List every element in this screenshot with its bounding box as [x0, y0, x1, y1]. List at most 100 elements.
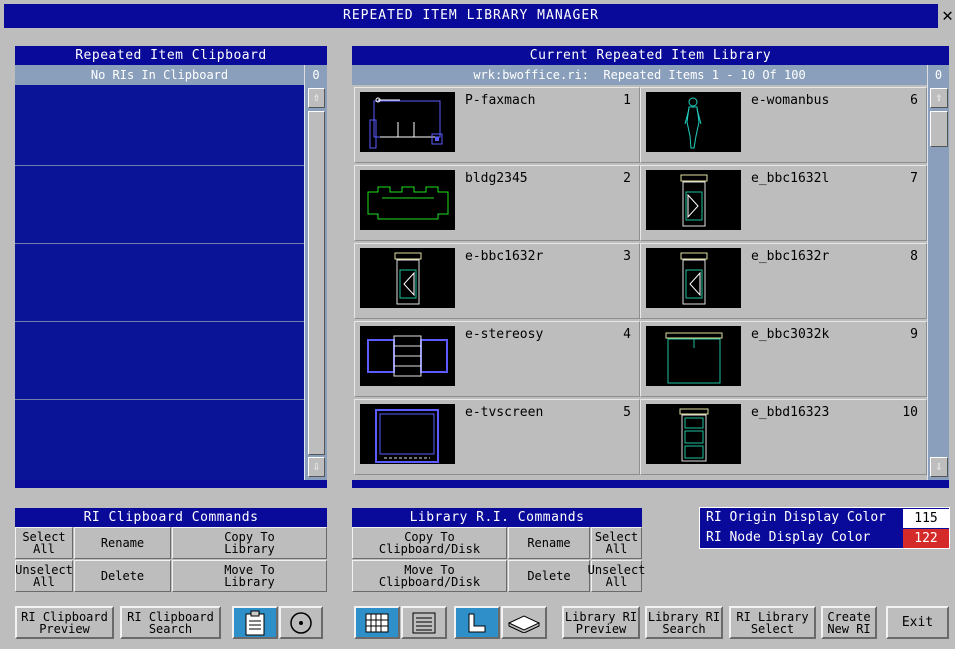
item-number: 10 [902, 405, 918, 420]
thumbnail-bbc3032k [646, 326, 741, 386]
library-range: Repeated Items 1 - 10 Of 100 [603, 68, 806, 82]
library-item-bbc1632r-a[interactable]: e-bbc1632r 3 [354, 243, 640, 319]
library-status: wrk:bwoffice.ri: Repeated Items 1 - 10 O… [352, 65, 927, 85]
clipboard-list[interactable] [15, 85, 304, 480]
item-number: 4 [623, 327, 631, 342]
item-number: 6 [910, 93, 918, 108]
clipboard-slot[interactable] [15, 166, 304, 244]
library-item-bldg2345[interactable]: bldg2345 2 [354, 165, 640, 241]
thumbnail-bbc1632l [646, 170, 741, 230]
lib-cmds-grid: Copy To Clipboard/Disk Rename Select All… [352, 527, 645, 597]
item-name: e_bbc1632r [751, 249, 830, 264]
item-name: e_bbd16323 [751, 405, 830, 420]
clip-select-all-button[interactable]: Select All [15, 527, 73, 559]
clip-delete-button[interactable]: Delete [74, 560, 171, 592]
item-number: 2 [623, 171, 631, 186]
lib-rename-button[interactable]: Rename [508, 527, 590, 559]
library-preview-button[interactable]: Library RI Preview [562, 606, 640, 639]
clipboard-slot[interactable] [15, 400, 304, 480]
clipboard-footer [15, 480, 327, 488]
clip-rename-button[interactable]: Rename [74, 527, 171, 559]
library-item-faxmach[interactable]: P-faxmach 1 [354, 87, 640, 163]
clipboard-slot[interactable] [15, 244, 304, 322]
display-colors-panel: RI Origin Display Color 115 RI Node Disp… [699, 507, 950, 549]
lib-cmds-title: Library R.I. Commands [352, 508, 642, 527]
thumbnail-bbc1632r [360, 248, 455, 308]
library-scrollbar[interactable]: ⇧ ⇩ [927, 85, 949, 480]
scroll-up-icon[interactable]: ⇧ [930, 88, 948, 108]
library-select-button[interactable]: RI Library Select [729, 606, 816, 639]
clipboard-count: 0 [304, 65, 327, 85]
thumbnail-faxmach [360, 92, 455, 152]
item-name: e-bbc1632r [465, 249, 544, 264]
scroll-up-icon[interactable]: ⇧ [308, 88, 325, 108]
create-new-ri-button[interactable]: Create New RI [821, 606, 877, 639]
clipboard-slot[interactable] [15, 322, 304, 400]
library-file: wrk:bwoffice.ri: [473, 68, 589, 82]
library-item-tvscreen[interactable]: e-tvscreen 5 [354, 399, 640, 475]
scroll-down-icon[interactable]: ⇩ [308, 457, 325, 477]
list-view-icon[interactable] [401, 606, 447, 639]
library-search-button[interactable]: Library RI Search [645, 606, 723, 639]
item-number: 8 [910, 249, 918, 264]
copy-to-clipboard-button[interactable]: Copy To Clipboard/Disk [352, 527, 507, 559]
clip-cmds-title: RI Clipboard Commands [15, 508, 327, 527]
item-name: e-stereosy [465, 327, 544, 342]
scroll-down-icon[interactable]: ⇩ [930, 457, 948, 477]
item-number: 9 [910, 327, 918, 342]
lib-select-all-button[interactable]: Select All [591, 527, 642, 559]
thumbnail-bldg2345 [360, 170, 455, 230]
exit-button[interactable]: Exit [886, 606, 949, 639]
library-item-womanbus[interactable]: e-womanbus 6 [640, 87, 927, 163]
item-number: 5 [623, 405, 631, 420]
move-to-library-button[interactable]: Move To Library [172, 560, 327, 592]
item-name: e-womanbus [751, 93, 830, 108]
clip-cmds-grid: Select All Rename Copy To Library Unsele… [15, 527, 327, 597]
title-bar: REPEATED ITEM LIBRARY MANAGER ✕ [0, 0, 955, 32]
window-title: REPEATED ITEM LIBRARY MANAGER [4, 4, 938, 28]
item-number: 7 [910, 171, 918, 186]
clipboard-mode-group [230, 604, 325, 641]
origin-color-label: RI Origin Display Color [706, 510, 887, 525]
close-icon[interactable]: ✕ [940, 4, 955, 28]
library-item-stereosy[interactable]: e-stereosy 4 [354, 321, 640, 397]
library-view-group [352, 604, 552, 641]
scroll-thumb[interactable] [930, 111, 948, 147]
grid-view-icon[interactable] [354, 606, 400, 639]
clip-unselect-all-button[interactable]: Unselect All [15, 560, 73, 592]
clipboard-preview-button[interactable]: RI Clipboard Preview [15, 606, 114, 639]
clipboard-search-button[interactable]: RI Clipboard Search [120, 606, 221, 639]
library-item-bbc3032k[interactable]: e_bbc3032k 9 [640, 321, 927, 397]
clipboard-title: Repeated Item Clipboard [15, 46, 327, 65]
lib-unselect-all-button[interactable]: Unselect All [588, 560, 645, 592]
clipboard-scrollbar[interactable]: ⇧ ⇩ [304, 85, 327, 480]
item-name: P-faxmach [465, 93, 536, 108]
origin-color-value[interactable]: 115 [903, 509, 949, 528]
3d-view-icon[interactable] [501, 606, 547, 639]
clipboard-status: No RIs In Clipboard [15, 65, 304, 85]
library-grid[interactable]: P-faxmach 1 e-womanbus 6 bldg2345 2 e_bb… [352, 85, 927, 480]
clipboard-icon[interactable] [232, 606, 278, 639]
node-color-value[interactable]: 122 [903, 529, 949, 548]
item-number: 3 [623, 249, 631, 264]
disk-icon[interactable] [279, 606, 323, 639]
thumbnail-tvscreen [360, 404, 455, 464]
thumbnail-stereosy [360, 326, 455, 386]
plan-view-icon[interactable] [454, 606, 500, 639]
clipboard-slot[interactable] [15, 85, 304, 166]
library-item-bbd16323[interactable]: e_bbd16323 10 [640, 399, 927, 475]
thumbnail-womanbus [646, 92, 741, 152]
library-footer [352, 480, 949, 488]
item-number: 1 [623, 93, 631, 108]
lib-delete-button[interactable]: Delete [508, 560, 590, 592]
move-to-clipboard-button[interactable]: Move To Clipboard/Disk [352, 560, 507, 592]
library-title: Current Repeated Item Library [352, 46, 949, 65]
library-item-bbc1632l[interactable]: e_bbc1632l 7 [640, 165, 927, 241]
node-color-label: RI Node Display Color [706, 530, 871, 545]
item-name: e_bbc1632l [751, 171, 830, 186]
scroll-thumb[interactable] [308, 111, 325, 455]
library-count: 0 [927, 65, 949, 85]
copy-to-library-button[interactable]: Copy To Library [172, 527, 327, 559]
thumbnail-bbc1632r [646, 248, 741, 308]
library-item-bbc1632r-b[interactable]: e_bbc1632r 8 [640, 243, 927, 319]
